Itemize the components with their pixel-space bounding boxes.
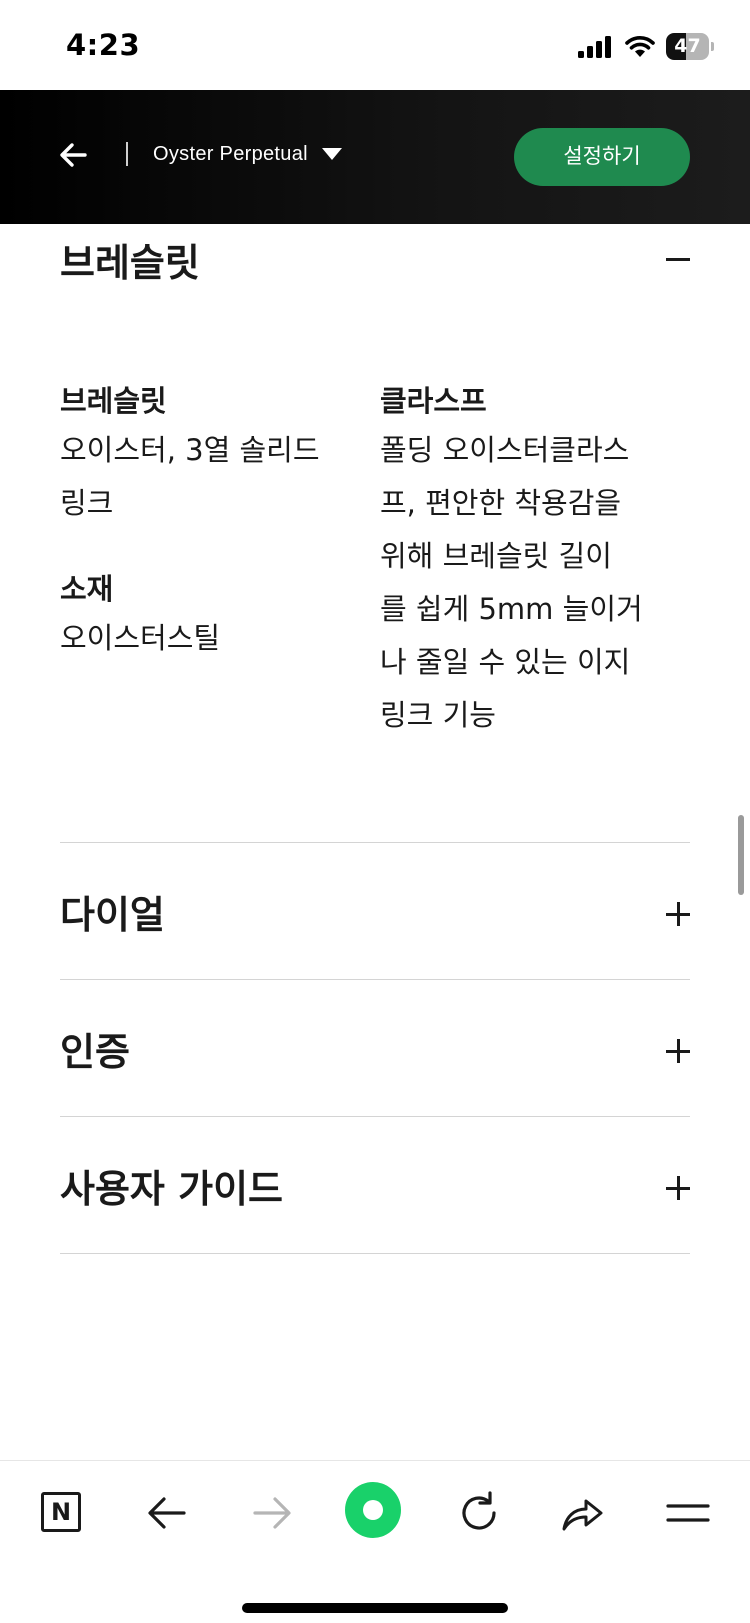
menu-icon[interactable] <box>664 1489 712 1537</box>
scroll-indicator[interactable] <box>738 815 744 895</box>
home-indicator <box>242 1603 508 1613</box>
spec-line: 링크 <box>60 486 114 520</box>
section-title-bracelet: 브레슬릿 <box>60 241 200 285</box>
spec-line: 오이스터, 3열 솔리드 <box>60 433 320 467</box>
divider <box>60 842 690 843</box>
spec-label-material: 소재 <box>60 572 114 606</box>
spec-value-clasp: 폴딩 오이스터클라스 프, 편안한 착용감을 위해 브레슬릿 길이 를 쉽게 5… <box>380 424 643 742</box>
divider <box>60 1116 690 1117</box>
accordion-title-dial[interactable]: 다이얼 <box>60 884 165 939</box>
spec-line: 프, 편안한 착용감을 <box>380 486 622 520</box>
battery-icon: 47 <box>666 33 714 60</box>
spec-value-bracelet: 오이스터, 3열 솔리드 링크 <box>60 424 320 530</box>
minus-icon[interactable] <box>666 258 690 261</box>
model-selector[interactable]: Oyster Perpetual <box>153 134 342 174</box>
configure-button[interactable]: 설정하기 <box>514 128 690 186</box>
battery-tip <box>711 42 714 51</box>
caret-down-icon <box>321 148 342 160</box>
n-logo-icon[interactable]: N <box>38 1489 86 1537</box>
accordion-title-certification[interactable]: 인증 <box>60 1021 130 1076</box>
signal-icon <box>578 36 611 58</box>
arrow-left-icon[interactable] <box>58 140 88 170</box>
product-header: Oyster Perpetual 설정하기 <box>0 90 750 224</box>
accordion-title-user-guide[interactable]: 사용자 가이드 <box>60 1158 283 1213</box>
refresh-icon[interactable] <box>455 1489 503 1537</box>
battery-level: 47 <box>674 35 701 57</box>
home-icon[interactable] <box>344 1481 402 1539</box>
divider <box>60 1253 690 1254</box>
status-bar: 4:23 47 <box>0 0 750 90</box>
back-icon[interactable] <box>143 1489 191 1537</box>
spec-value-material: 오이스터스틸 <box>60 612 220 665</box>
divider <box>60 979 690 980</box>
spec-label-bracelet: 브레슬릿 <box>60 384 167 418</box>
spec-line: 위해 브레슬릿 길이 <box>380 539 612 573</box>
spec-line: 를 쉽게 5mm 늘이거 <box>380 592 643 626</box>
battery-body: 47 <box>666 33 709 60</box>
n-logo-letter: N <box>50 1498 72 1526</box>
share-icon[interactable] <box>558 1489 606 1537</box>
plus-icon[interactable] <box>666 1176 690 1200</box>
nav-divider <box>126 142 128 166</box>
plus-icon[interactable] <box>666 902 690 926</box>
forward-icon[interactable] <box>248 1489 296 1537</box>
spec-line: 폴딩 오이스터클라스 <box>380 433 630 467</box>
wifi-icon <box>625 36 655 57</box>
plus-icon[interactable] <box>666 1039 690 1063</box>
model-name: Oyster Perpetual <box>153 142 308 165</box>
spec-line: 오이스터스틸 <box>60 621 221 655</box>
spec-line: 나 줄일 수 있는 이지 <box>380 645 631 679</box>
status-time: 4:23 <box>66 28 141 62</box>
spec-line: 링크 기능 <box>380 698 496 732</box>
spec-label-clasp: 클라스프 <box>380 384 487 418</box>
browser-toolbar: N <box>0 1460 750 1623</box>
